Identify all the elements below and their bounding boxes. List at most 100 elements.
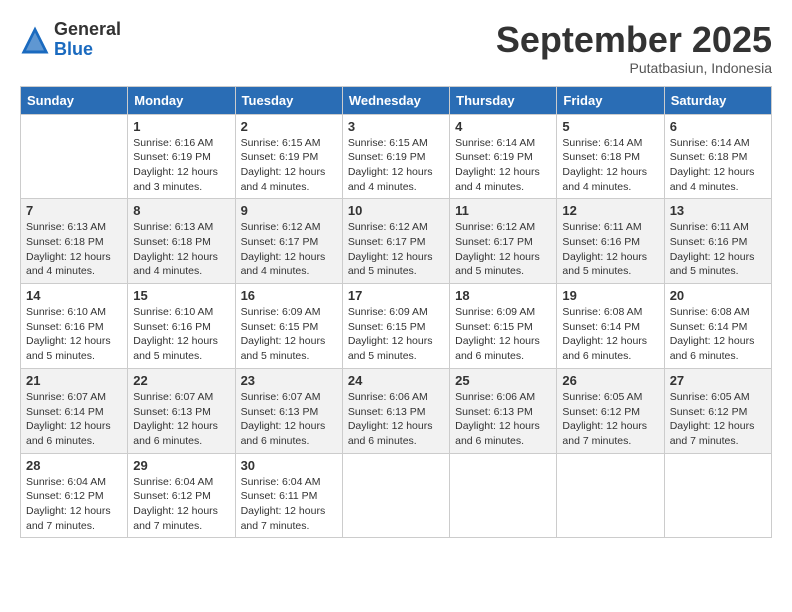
calendar-cell: 15 Sunrise: 6:10 AMSunset: 6:16 PMDayligh… — [128, 284, 235, 369]
day-number: 8 — [133, 203, 229, 218]
day-number: 11 — [455, 203, 551, 218]
day-info: Sunrise: 6:14 AMSunset: 6:19 PMDaylight:… — [455, 136, 551, 195]
day-info: Sunrise: 6:12 AMSunset: 6:17 PMDaylight:… — [455, 220, 551, 279]
calendar-cell: 30 Sunrise: 6:04 AMSunset: 6:11 PMDayligh… — [235, 453, 342, 538]
calendar-cell: 4 Sunrise: 6:14 AMSunset: 6:19 PMDaylight… — [450, 114, 557, 199]
day-info: Sunrise: 6:11 AMSunset: 6:16 PMDaylight:… — [562, 220, 658, 279]
calendar-week-3: 14Sunrise: 6:10 AMSunset: 6:16 PMDayligh… — [21, 284, 772, 369]
day-number: 9 — [241, 203, 337, 218]
calendar-cell: 21 Sunrise: 6:07 AMSunset: 6:14 PMDayligh… — [21, 368, 128, 453]
day-number: 5 — [562, 119, 658, 134]
calendar-cell — [342, 453, 449, 538]
day-number: 16 — [241, 288, 337, 303]
logo-text: General Blue — [54, 20, 121, 60]
calendar-cell: 14Sunrise: 6:10 AMSunset: 6:16 PMDayligh… — [21, 284, 128, 369]
logo-icon — [20, 25, 50, 55]
month-title: September 2025 — [496, 20, 772, 60]
calendar-cell: 11 Sunrise: 6:12 AMSunset: 6:17 PMDayligh… — [450, 199, 557, 284]
calendar-cell: 23 Sunrise: 6:07 AMSunset: 6:13 PMDayligh… — [235, 368, 342, 453]
calendar-cell: 16 Sunrise: 6:09 AMSunset: 6:15 PMDayligh… — [235, 284, 342, 369]
col-thursday: Thursday — [450, 86, 557, 114]
calendar-cell: 18 Sunrise: 6:09 AMSunset: 6:15 PMDayligh… — [450, 284, 557, 369]
day-info: Sunrise: 6:13 AMSunset: 6:18 PMDaylight:… — [26, 220, 122, 279]
calendar-cell: 7 Sunrise: 6:13 AMSunset: 6:18 PMDaylight… — [21, 199, 128, 284]
day-info: Sunrise: 6:07 AMSunset: 6:14 PMDaylight:… — [26, 390, 122, 449]
logo-general: General — [54, 20, 121, 40]
calendar-cell: 10 Sunrise: 6:12 AMSunset: 6:17 PMDayligh… — [342, 199, 449, 284]
calendar-cell: 19Sunrise: 6:08 AMSunset: 6:14 PMDayligh… — [557, 284, 664, 369]
day-info: Sunrise: 6:04 AMSunset: 6:12 PMDaylight:… — [26, 475, 122, 534]
day-number: 24 — [348, 373, 444, 388]
day-info: Sunrise: 6:10 AMSunset: 6:16 PMDaylight:… — [26, 305, 122, 364]
day-info: Sunrise: 6:13 AMSunset: 6:18 PMDaylight:… — [133, 220, 229, 279]
calendar-week-5: 28 Sunrise: 6:04 AMSunset: 6:12 PMDayligh… — [21, 453, 772, 538]
day-number: 12 — [562, 203, 658, 218]
calendar-cell: 13 Sunrise: 6:11 AMSunset: 6:16 PMDayligh… — [664, 199, 771, 284]
page-header: General Blue September 2025 Putatbasiun,… — [20, 20, 772, 76]
day-number: 10 — [348, 203, 444, 218]
calendar-cell: 6 Sunrise: 6:14 AMSunset: 6:18 PMDaylight… — [664, 114, 771, 199]
day-number: 25 — [455, 373, 551, 388]
calendar-cell: 8 Sunrise: 6:13 AMSunset: 6:18 PMDaylight… — [128, 199, 235, 284]
calendar-cell: 12 Sunrise: 6:11 AMSunset: 6:16 PMDayligh… — [557, 199, 664, 284]
day-info: Sunrise: 6:05 AMSunset: 6:12 PMDaylight:… — [562, 390, 658, 449]
day-info: Sunrise: 6:14 AMSunset: 6:18 PMDaylight:… — [670, 136, 766, 195]
day-number: 21 — [26, 373, 122, 388]
calendar-cell: 5 Sunrise: 6:14 AMSunset: 6:18 PMDaylight… — [557, 114, 664, 199]
day-number: 20 — [670, 288, 766, 303]
day-number: 30 — [241, 458, 337, 473]
day-number: 6 — [670, 119, 766, 134]
day-number: 13 — [670, 203, 766, 218]
day-info: Sunrise: 6:10 AMSunset: 6:16 PMDaylight:… — [133, 305, 229, 364]
day-info: Sunrise: 6:06 AMSunset: 6:13 PMDaylight:… — [348, 390, 444, 449]
calendar-cell — [450, 453, 557, 538]
calendar-cell — [21, 114, 128, 199]
day-number: 2 — [241, 119, 337, 134]
day-info: Sunrise: 6:09 AMSunset: 6:15 PMDaylight:… — [241, 305, 337, 364]
day-number: 29 — [133, 458, 229, 473]
day-info: Sunrise: 6:08 AMSunset: 6:14 PMDaylight:… — [670, 305, 766, 364]
calendar-cell: 1 Sunrise: 6:16 AMSunset: 6:19 PMDaylight… — [128, 114, 235, 199]
col-monday: Monday — [128, 86, 235, 114]
calendar-week-1: 1 Sunrise: 6:16 AMSunset: 6:19 PMDaylight… — [21, 114, 772, 199]
day-info: Sunrise: 6:12 AMSunset: 6:17 PMDaylight:… — [348, 220, 444, 279]
day-number: 1 — [133, 119, 229, 134]
calendar-cell: 22 Sunrise: 6:07 AMSunset: 6:13 PMDayligh… — [128, 368, 235, 453]
col-saturday: Saturday — [664, 86, 771, 114]
day-info: Sunrise: 6:05 AMSunset: 6:12 PMDaylight:… — [670, 390, 766, 449]
day-number: 17 — [348, 288, 444, 303]
day-info: Sunrise: 6:07 AMSunset: 6:13 PMDaylight:… — [241, 390, 337, 449]
calendar-cell: 24 Sunrise: 6:06 AMSunset: 6:13 PMDayligh… — [342, 368, 449, 453]
day-number: 23 — [241, 373, 337, 388]
calendar-cell: 17 Sunrise: 6:09 AMSunset: 6:15 PMDayligh… — [342, 284, 449, 369]
col-friday: Friday — [557, 86, 664, 114]
col-sunday: Sunday — [21, 86, 128, 114]
day-number: 15 — [133, 288, 229, 303]
day-info: Sunrise: 6:12 AMSunset: 6:17 PMDaylight:… — [241, 220, 337, 279]
day-info: Sunrise: 6:11 AMSunset: 6:16 PMDaylight:… — [670, 220, 766, 279]
day-number: 3 — [348, 119, 444, 134]
day-number: 7 — [26, 203, 122, 218]
calendar-cell: 20 Sunrise: 6:08 AMSunset: 6:14 PMDayligh… — [664, 284, 771, 369]
day-number: 28 — [26, 458, 122, 473]
day-info: Sunrise: 6:14 AMSunset: 6:18 PMDaylight:… — [562, 136, 658, 195]
day-number: 4 — [455, 119, 551, 134]
day-number: 19 — [562, 288, 658, 303]
day-info: Sunrise: 6:09 AMSunset: 6:15 PMDaylight:… — [455, 305, 551, 364]
day-info: Sunrise: 6:04 AMSunset: 6:11 PMDaylight:… — [241, 475, 337, 534]
calendar-cell: 9 Sunrise: 6:12 AMSunset: 6:17 PMDaylight… — [235, 199, 342, 284]
col-wednesday: Wednesday — [342, 86, 449, 114]
day-number: 22 — [133, 373, 229, 388]
day-number: 27 — [670, 373, 766, 388]
day-number: 18 — [455, 288, 551, 303]
day-info: Sunrise: 6:09 AMSunset: 6:15 PMDaylight:… — [348, 305, 444, 364]
calendar-cell: 28 Sunrise: 6:04 AMSunset: 6:12 PMDayligh… — [21, 453, 128, 538]
col-tuesday: Tuesday — [235, 86, 342, 114]
day-number: 26 — [562, 373, 658, 388]
calendar-cell: 25Sunrise: 6:06 AMSunset: 6:13 PMDayligh… — [450, 368, 557, 453]
calendar-cell: 2Sunrise: 6:15 AMSunset: 6:19 PMDaylight… — [235, 114, 342, 199]
day-info: Sunrise: 6:16 AMSunset: 6:19 PMDaylight:… — [133, 136, 229, 195]
day-info: Sunrise: 6:04 AMSunset: 6:12 PMDaylight:… — [133, 475, 229, 534]
day-info: Sunrise: 6:15 AMSunset: 6:19 PMDaylight:… — [348, 136, 444, 195]
day-info: Sunrise: 6:07 AMSunset: 6:13 PMDaylight:… — [133, 390, 229, 449]
